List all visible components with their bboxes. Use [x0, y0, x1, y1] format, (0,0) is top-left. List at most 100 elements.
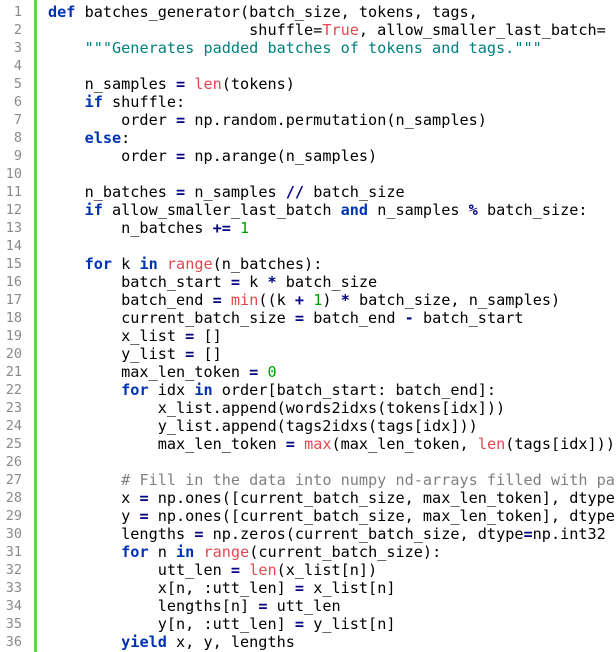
code-text: def batches_generator(batch_size, tokens… [48, 3, 478, 21]
code-line[interactable]: 18 current_batch_size = batch_end - batc… [0, 309, 616, 327]
code-line[interactable]: 8 else: [0, 129, 616, 147]
line-number: 18 [5, 310, 22, 326]
code-text: current_batch_size = batch_end - batch_s… [48, 309, 523, 327]
code-line[interactable]: 29 y = np.ones([current_batch_size, max_… [0, 507, 616, 525]
code-line[interactable]: 3 """Generates padded batches of tokens … [0, 39, 616, 57]
code-text: yield x, y, lengths [48, 633, 295, 651]
code-token: # Fill in the data into numpy nd-arrays … [121, 471, 615, 489]
code-line[interactable]: 30 lengths = np.zeros(current_batch_size… [0, 525, 616, 543]
code-lines[interactable]: 1 def batches_generator(batch_size, token… [0, 3, 616, 651]
code-token: (current_batch_size): [249, 543, 442, 561]
line-number: 17 [5, 292, 22, 308]
code-line[interactable]: 32 utt_len = len(x_list[n]) [0, 561, 616, 579]
code-line[interactable]: 20 y_list = [] [0, 345, 616, 363]
code-token: = [185, 345, 195, 363]
code-line[interactable]: 31 for n in range(current_batch_size): [0, 543, 616, 561]
code-line[interactable]: 21 max_len_token = 0 [0, 363, 616, 381]
code-token: else [84, 129, 122, 147]
code-line[interactable]: 11 n_batches = n_samples // batch_size [0, 183, 616, 201]
code-line[interactable]: 36 yield x, y, lengths [0, 633, 616, 651]
code-token: current_batch_size [48, 309, 295, 327]
code-line[interactable]: 5 n_samples = len(tokens) [0, 75, 616, 93]
code-token: x[n, :utt_len] [48, 579, 295, 597]
code-line[interactable]: 2 shuffle=True, allow_smaller_last_batch… [0, 21, 616, 39]
code-token: y_list[n] [304, 615, 396, 633]
code-line[interactable]: 33 x[n, :utt_len] = x_list[n] [0, 579, 616, 597]
line-number: 19 [5, 328, 22, 344]
code-token: max_len_token [48, 435, 286, 453]
code-token: n_samples [368, 201, 469, 219]
code-line[interactable]: 28 x = np.ones([current_batch_size, max_… [0, 489, 616, 507]
code-token: allow_smaller_last_batch [102, 201, 341, 219]
code-editor[interactable]: 1 def batches_generator(batch_size, token… [0, 0, 616, 652]
code-text: for n in range(current_batch_size): [48, 543, 441, 561]
code-token: x_list [48, 327, 186, 345]
code-token: (n_batches): [212, 255, 323, 273]
code-token: = [139, 489, 149, 507]
code-line[interactable]: 34 lengths[n] = utt_len [0, 597, 616, 615]
line-number: 21 [5, 364, 22, 380]
code-line[interactable]: 25 max_len_token = max(max_len_token, le… [0, 435, 616, 453]
line-number: 10 [5, 166, 22, 182]
code-line[interactable]: 1 def batches_generator(batch_size, token… [0, 3, 616, 21]
line-number: 1 [13, 4, 22, 20]
line-number: 31 [5, 544, 22, 560]
line-number: 36 [5, 634, 22, 650]
code-token: (x_list[n]) [276, 561, 378, 579]
code-token: np.arange(n_samples) [185, 147, 378, 165]
code-line[interactable]: 4 [0, 57, 616, 75]
code-token: n_samples [48, 75, 177, 93]
code-text: y_list.append(tags2idxs(tags[idx])) [48, 417, 478, 435]
code-token: len [249, 561, 277, 579]
code-text: x_list.append(words2idxs(tokens[idx])) [48, 399, 505, 417]
line-number: 13 [5, 220, 22, 236]
code-token: batch_start [48, 273, 231, 291]
code-line[interactable]: 19 x_list = [] [0, 327, 616, 345]
code-line[interactable]: 26 [0, 453, 616, 471]
code-line[interactable]: 17 batch_end = min((k + 1) * batch_size,… [0, 291, 616, 309]
code-line[interactable]: 22 for idx in order[batch_start: batch_e… [0, 381, 616, 399]
code-line[interactable]: 16 batch_start = k * batch_size [0, 273, 616, 291]
code-token: if [84, 201, 103, 219]
code-line[interactable]: 15 for k in range(n_batches): [0, 255, 616, 273]
line-number: 7 [13, 112, 22, 128]
code-text: max_len_token = 0 [48, 363, 277, 381]
code-token: n [148, 543, 177, 561]
code-line[interactable]: 23 x_list.append(words2idxs(tokens[idx])… [0, 399, 616, 417]
code-line[interactable]: 14 [0, 237, 616, 255]
code-text: y_list = [] [48, 345, 222, 363]
line-number: 35 [5, 616, 22, 632]
code-text: """Generates padded batches of tokens an… [48, 39, 542, 57]
line-number: 26 [5, 454, 22, 470]
line-number: 27 [5, 472, 22, 488]
code-token: * [340, 291, 350, 309]
code-line[interactable]: 6 if shuffle: [0, 93, 616, 111]
code-token: for [121, 381, 149, 399]
code-token: np.zeros(current_batch_size, dtype [203, 525, 524, 543]
code-line[interactable]: 13 n_batches += 1 [0, 219, 616, 237]
code-line[interactable]: 12 if allow_smaller_last_batch and n_sam… [0, 201, 616, 219]
code-token: k [112, 255, 140, 273]
code-line[interactable]: 27 # Fill in the data into numpy nd-arra… [0, 471, 616, 489]
code-line[interactable]: 9 order = np.arange(n_samples) [0, 147, 616, 165]
code-line[interactable]: 24 y_list.append(tags2idxs(tags[idx])) [0, 417, 616, 435]
code-token: (tokens) [221, 75, 295, 93]
code-line[interactable]: 35 y[n, :utt_len] = y_list[n] [0, 615, 616, 633]
code-token: x [48, 489, 140, 507]
code-line[interactable]: 10 [0, 165, 616, 183]
code-text: if allow_smaller_last_batch and n_sample… [48, 201, 588, 219]
code-text: # Fill in the data into numpy nd-arrays … [48, 471, 615, 489]
code-text: shuffle=True, allow_smaller_last_batch= [48, 21, 606, 39]
code-token: if [84, 93, 103, 111]
code-line[interactable]: 7 order = np.random.permutation(n_sample… [0, 111, 616, 129]
code-token: and [340, 201, 369, 219]
code-token: n_batches [48, 183, 177, 201]
code-token: 1 [240, 219, 250, 237]
